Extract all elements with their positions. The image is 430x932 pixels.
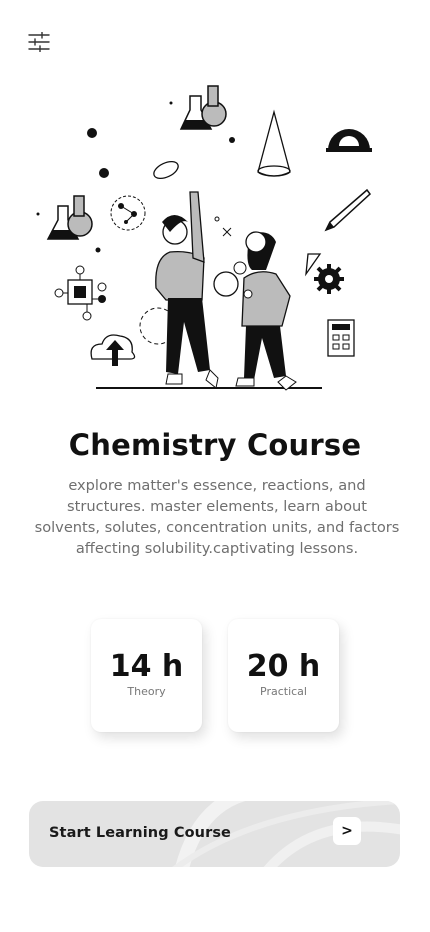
molecule-icon [110, 195, 146, 231]
pen-icon [324, 188, 372, 232]
start-learning-button[interactable]: Start Learning Course > [29, 801, 400, 867]
filter-button[interactable] [28, 31, 50, 53]
page-title: Chemistry Course [68, 428, 362, 462]
practical-hours: 20 h [246, 649, 321, 684]
arrow-right-icon: > [333, 817, 361, 845]
calculator-icon [327, 319, 355, 357]
student-girl [213, 231, 297, 391]
flask-icon [46, 195, 93, 240]
protractor-icon [326, 129, 372, 152]
course-description: explore matter's essence, reactions, and… [34, 477, 400, 557]
theory-hours: 14 h [109, 649, 184, 684]
hero-illustration [30, 82, 400, 394]
cone-icon [257, 109, 291, 177]
practical-label: Practical [260, 685, 307, 698]
chip-icon [54, 265, 107, 321]
theory-stat-card: 14 h Theory [91, 619, 202, 732]
theory-label: Theory [127, 685, 166, 698]
flask-icon [179, 85, 227, 130]
start-learning-label: Start Learning Course [49, 825, 231, 841]
cloud-upload-icon [90, 334, 136, 366]
practical-stat-card: 20 h Practical [228, 619, 339, 732]
gear-icon [305, 253, 344, 294]
sliders-icon [28, 31, 50, 53]
student-boy [155, 191, 219, 389]
